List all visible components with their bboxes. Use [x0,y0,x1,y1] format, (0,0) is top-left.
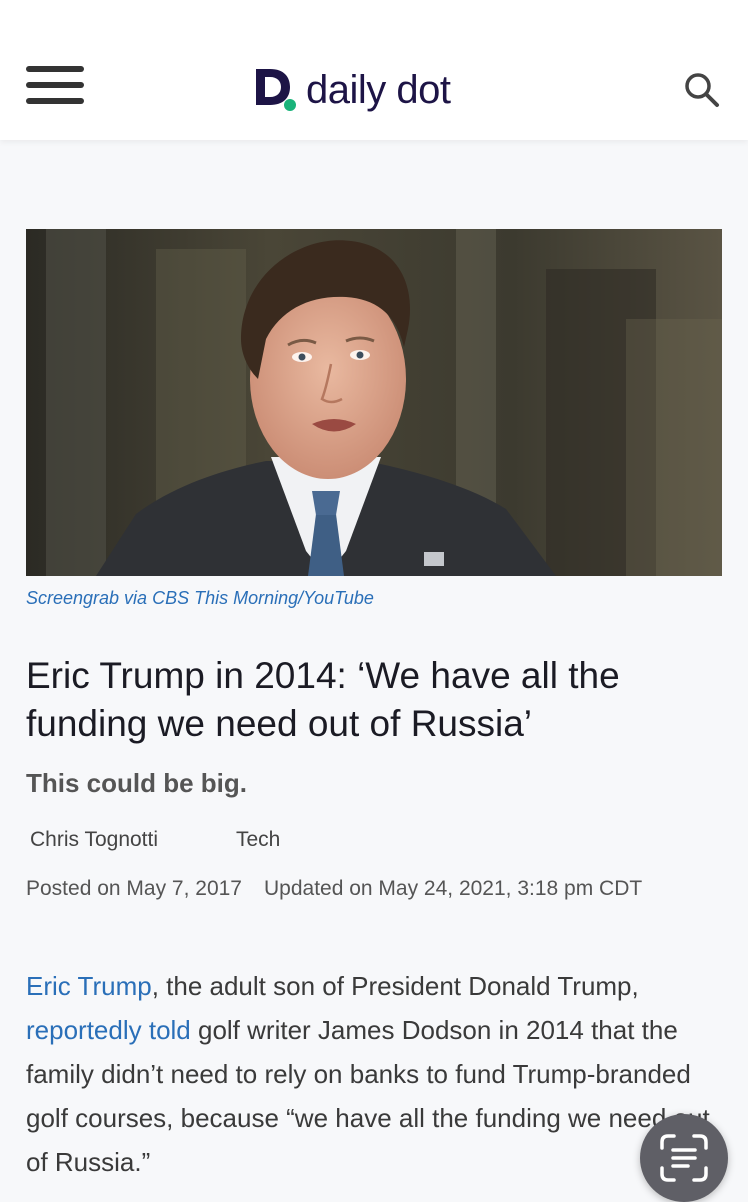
reportedly-told-link[interactable]: reportedly told [26,1015,191,1045]
article-subtitle: This could be big. [26,768,247,798]
article-dates: Posted on May 7, 2017 Updated on May 24, … [26,873,666,904]
updated-date: Updated on May 24, 2021, 3:18 pm CDT [263,877,643,900]
body-text-1: , the adult son of President Donald Trum… [151,971,639,1001]
image-credit[interactable]: Screengrab via CBS This Morning/YouTube [26,588,374,609]
site-logo[interactable]: daily dot [254,66,451,114]
search-icon[interactable] [684,72,720,108]
article-hero-image [26,229,722,576]
author-name[interactable]: Chris Tognotti [30,828,158,852]
daily-dot-logo-icon [256,69,296,111]
text-scan-button[interactable] [640,1114,728,1202]
article-body-paragraph: Eric Trump, the adult son of President D… [26,964,726,1184]
logo-text: daily dot [306,68,451,112]
hamburger-menu-icon[interactable] [26,66,84,106]
eric-trump-link[interactable]: Eric Trump [26,971,152,1001]
category-label[interactable]: Tech [236,828,280,852]
text-scan-icon [660,1134,708,1182]
article-title: Eric Trump in 2014: ‘We have all the fun… [26,655,620,744]
posted-date: Posted on May 7, 2017 [26,877,242,900]
site-header: daily dot [0,0,748,140]
